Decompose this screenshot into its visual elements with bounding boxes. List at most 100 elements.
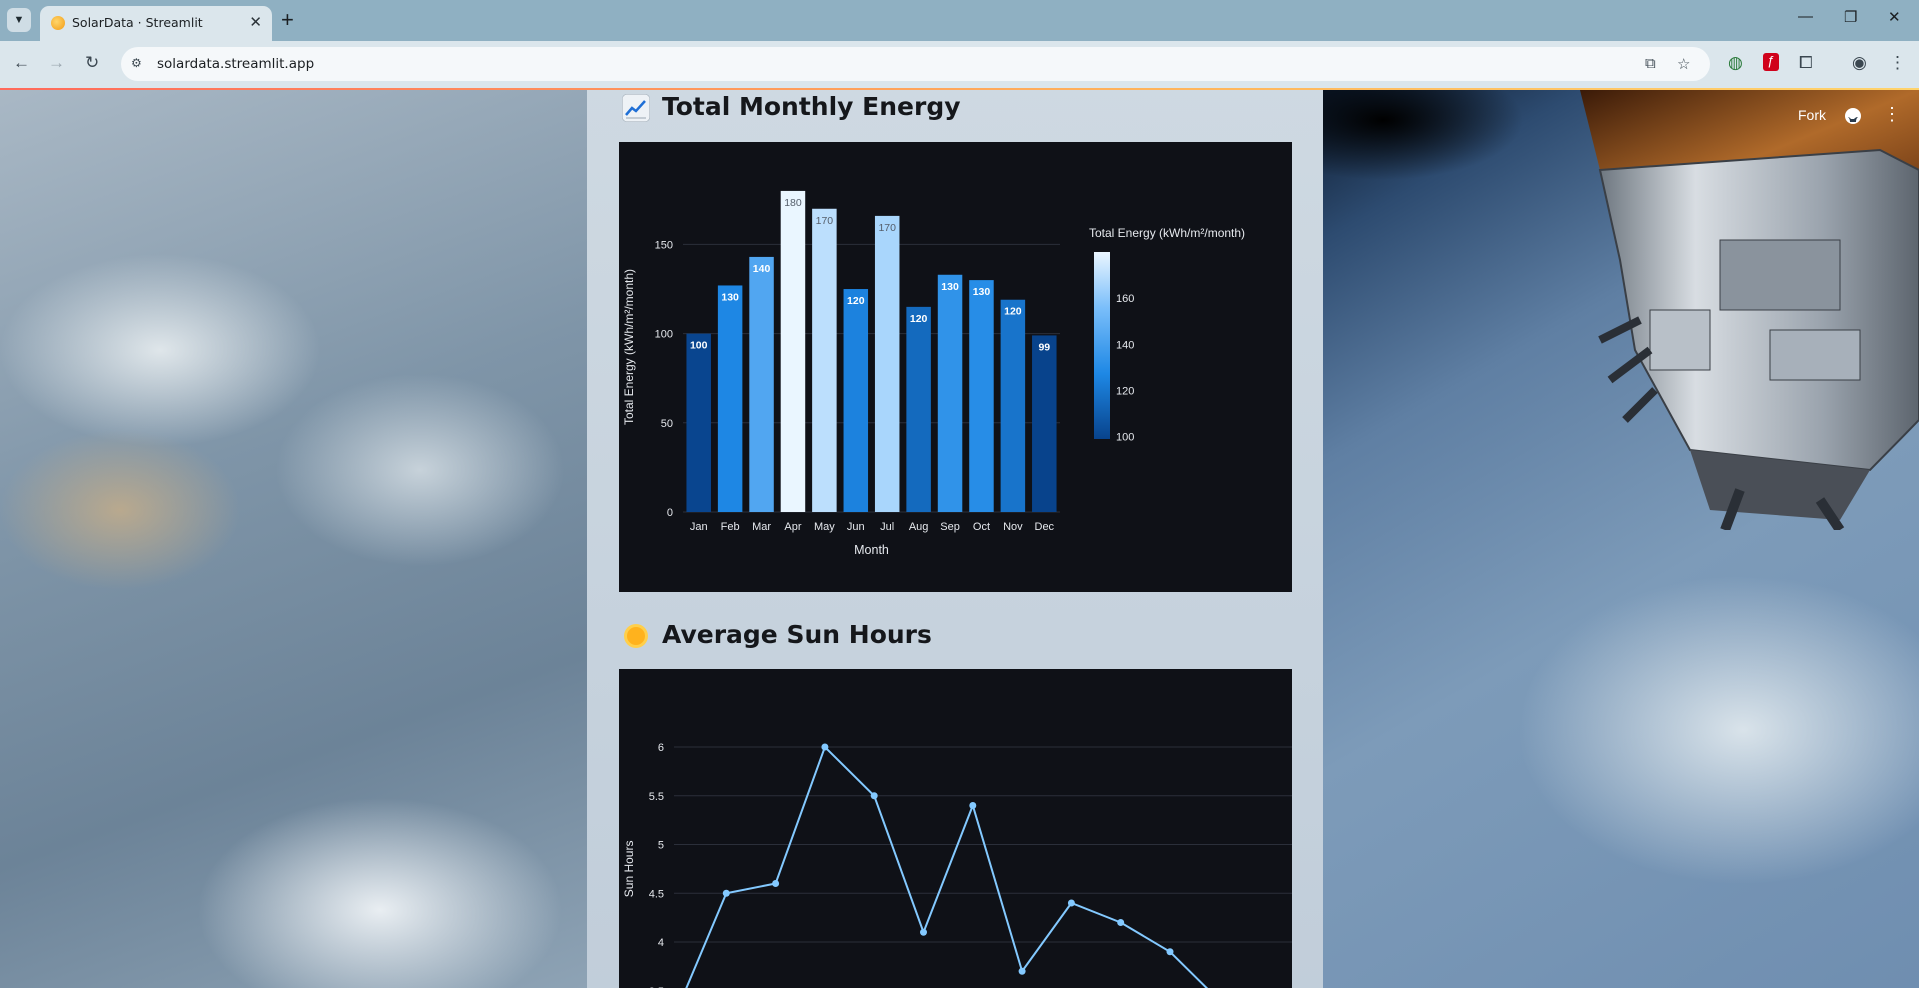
data-point [969, 802, 977, 809]
y-tick-label: 6 [658, 742, 664, 754]
data-point [1018, 967, 1026, 975]
extension-flash-icon[interactable]: ƒ [1763, 53, 1779, 71]
github-icon[interactable] [1844, 107, 1862, 125]
bar [686, 333, 711, 512]
bar-data-label: 130 [973, 286, 991, 298]
bar-data-label: 130 [941, 281, 959, 293]
profile-icon[interactable]: ◉ [1852, 53, 1867, 73]
y-tick-label: 0 [667, 507, 673, 519]
url-text: solardata.streamlit.app [157, 56, 315, 72]
x-tick-label: Jun [847, 521, 865, 533]
site-settings-icon[interactable]: ⚙ [131, 56, 147, 72]
data-point [1166, 948, 1174, 956]
colorbar-tick-label: 140 [1116, 339, 1134, 351]
sun-chart-svg: 3.544.555.56Sun Hours [622, 742, 1292, 988]
y-tick-label: 50 [661, 418, 673, 430]
bar [780, 190, 806, 512]
back-icon[interactable]: ← [13, 53, 30, 73]
colorbar [1094, 252, 1110, 439]
data-point [821, 743, 829, 751]
new-tab-button[interactable]: + [281, 7, 294, 33]
data-point [772, 880, 780, 887]
energy-chart-svg: 0 50 100 150 100 Jan 130 Feb 140 Mar 180 Apr 170 May 1… [622, 190, 1245, 557]
bar-data-label: 130 [721, 291, 739, 303]
bar [1000, 299, 1026, 512]
tab-title: SolarData · Streamlit [72, 15, 203, 30]
colorbar-title: Total Energy (kWh/m²/month) [1089, 226, 1245, 240]
close-window-icon[interactable]: ✕ [1888, 8, 1901, 26]
y-axis-title: Total Energy (kWh/m²/month) [622, 269, 636, 425]
energy-bar-chart[interactable]: 0 50 100 150 100 Jan 130 Feb 140 Mar 180 Apr 170 May 1… [619, 142, 1292, 592]
bar-data-label: 100 [690, 340, 708, 352]
reload-icon[interactable]: ↻ [85, 53, 99, 73]
bar-data-label: 120 [910, 313, 928, 325]
bar [906, 306, 931, 512]
chart-increasing-icon [622, 94, 650, 122]
forward-icon[interactable]: → [48, 53, 65, 73]
earth-clouds-background [0, 90, 587, 988]
y-tick-label: 5 [658, 840, 664, 852]
x-tick-label: Nov [1003, 521, 1023, 533]
bar-data-label: 170 [878, 222, 896, 234]
y-tick-label: 5.5 [649, 791, 664, 803]
bar [969, 280, 994, 512]
chevron-down-icon: ▼ [13, 14, 25, 26]
x-tick-label: Jul [880, 521, 894, 533]
bookmark-star-icon[interactable]: ☆ [1677, 55, 1690, 73]
browser-toolbar: ← → ↻ ⚙ solardata.streamlit.app ⧉ ☆ ◍ ƒ … [0, 41, 1919, 88]
app-menu-icon[interactable]: ⋮ [1883, 104, 1901, 125]
data-point [1067, 899, 1075, 907]
browser-menu-icon[interactable]: ⋮ [1889, 53, 1906, 73]
data-point [722, 889, 730, 897]
x-tick-label: Sep [940, 521, 960, 533]
bar-data-label: 170 [816, 215, 834, 227]
data-point [870, 792, 878, 800]
x-tick-label: Dec [1035, 521, 1055, 533]
x-tick-label: May [814, 521, 835, 533]
install-app-icon[interactable]: ⧉ [1645, 55, 1656, 72]
sun-hours-line-chart[interactable]: 3.544.555.56Sun Hours [619, 669, 1292, 988]
address-bar[interactable]: ⚙ solardata.streamlit.app ⧉ ☆ [121, 47, 1710, 81]
tab-search-button[interactable]: ▼ [7, 8, 31, 32]
satellite-image [1580, 90, 1919, 530]
x-tick-label: Apr [784, 521, 801, 533]
x-tick-label: Mar [752, 521, 771, 533]
bar-data-label: 180 [784, 197, 802, 209]
bar [1032, 335, 1057, 512]
browser-tab[interactable]: SolarData · Streamlit ✕ [40, 6, 272, 41]
bar-data-label: 120 [1004, 306, 1022, 318]
bar [843, 289, 869, 512]
close-tab-icon[interactable]: ✕ [249, 13, 262, 31]
y-axis-title: Sun Hours [622, 841, 636, 898]
colorbar-tick-label: 100 [1116, 432, 1134, 444]
y-tick-label: 4.5 [649, 888, 664, 900]
x-tick-label: Feb [721, 521, 740, 533]
y-tick-label: 150 [655, 239, 673, 251]
data-point [1117, 919, 1125, 926]
restore-icon[interactable]: ❐ [1844, 8, 1857, 26]
browser-tab-bar: ▼ SolarData · Streamlit ✕ + — ❐ ✕ [0, 0, 1919, 41]
minimize-icon[interactable]: — [1798, 8, 1813, 25]
bar [937, 274, 963, 512]
extensions-puzzle-icon[interactable]: ⧠ [1799, 53, 1813, 73]
sun-favicon-icon [51, 16, 65, 30]
bar [717, 285, 743, 512]
sun-hours-line [685, 745, 1209, 988]
x-axis-title: Month [854, 543, 889, 557]
x-tick-label: Aug [909, 521, 929, 533]
x-tick-label: Jan [690, 521, 708, 533]
sun-icon [624, 624, 648, 648]
data-point [920, 928, 927, 936]
sun-section-title: Average Sun Hours [662, 620, 932, 649]
bar-data-label: 140 [753, 263, 771, 275]
bar-data-label: 99 [1038, 341, 1050, 353]
fork-link[interactable]: Fork [1798, 107, 1826, 123]
energy-section-title: Total Monthly Energy [662, 92, 961, 121]
colorbar-tick-label: 160 [1116, 293, 1134, 305]
extension-globe-icon[interactable]: ◍ [1728, 53, 1743, 73]
y-tick-label: 4 [658, 937, 664, 949]
bar [812, 208, 837, 512]
colorbar-tick-label: 120 [1116, 386, 1134, 398]
bar-data-label: 120 [847, 295, 865, 307]
x-tick-label: Oct [973, 521, 990, 533]
